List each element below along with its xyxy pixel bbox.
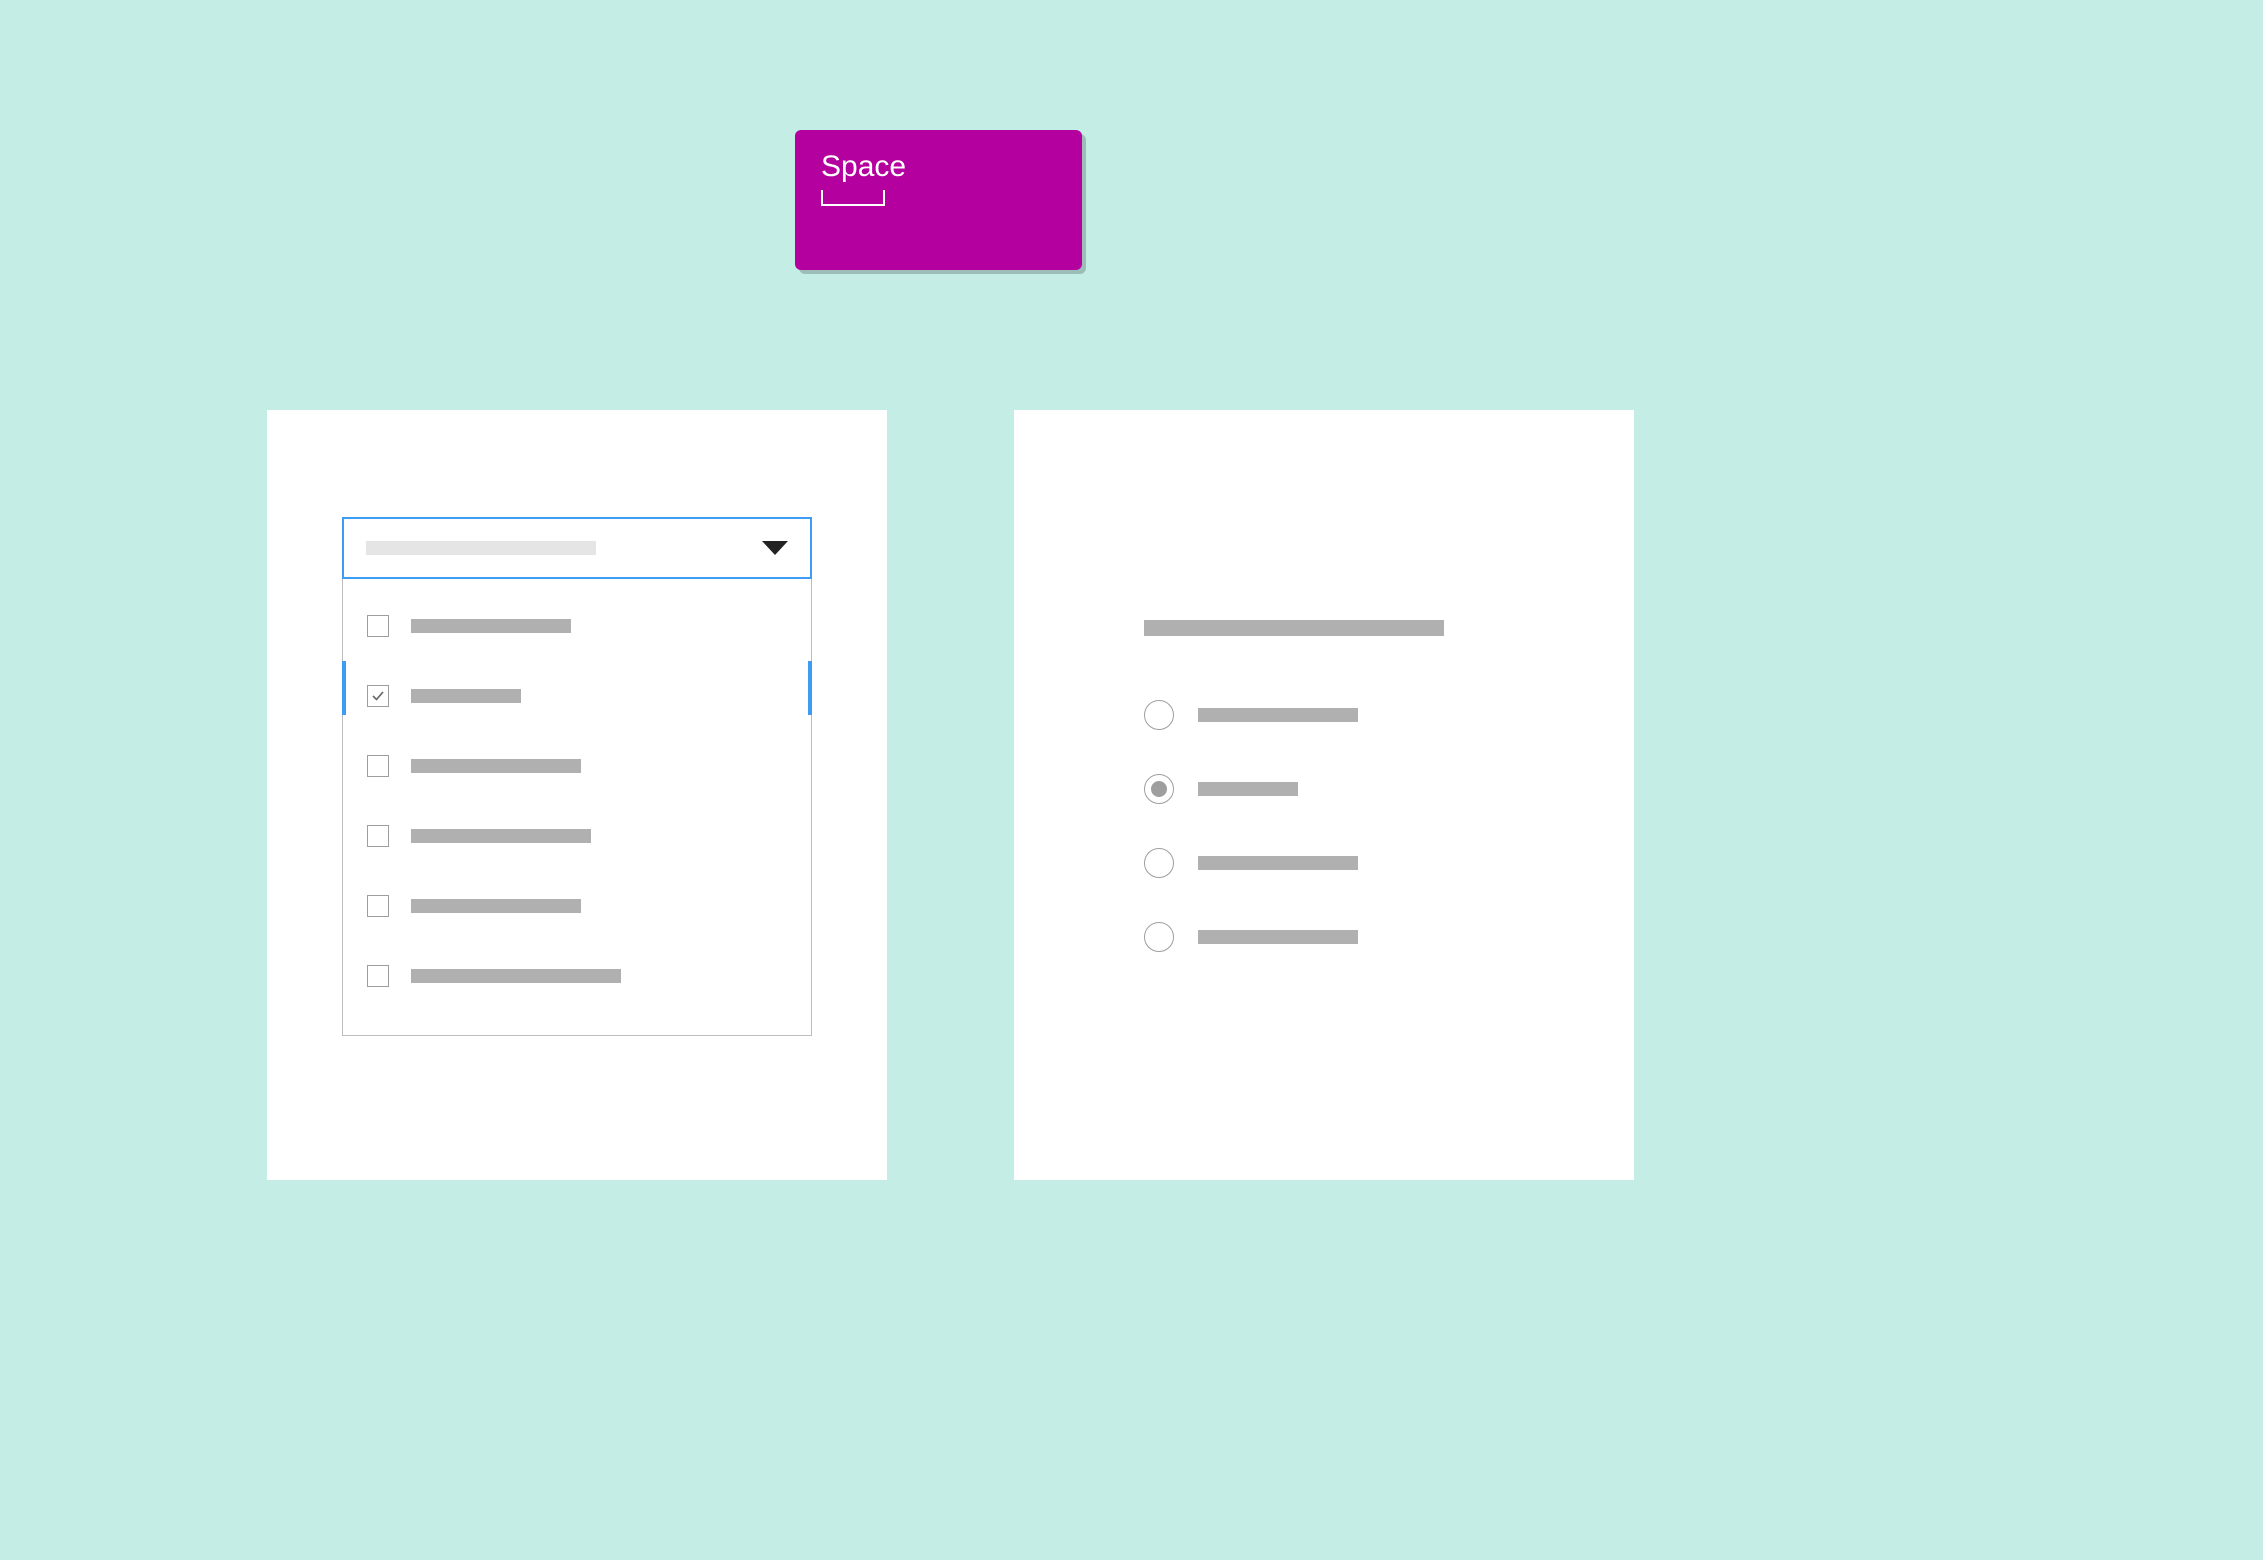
option-label-placeholder: [411, 619, 571, 633]
option-label-placeholder: [411, 689, 521, 703]
dropdown-option[interactable]: [343, 731, 811, 801]
checkbox[interactable]: [367, 825, 389, 847]
radio-label-placeholder: [1198, 856, 1358, 870]
radio-option[interactable]: [1144, 900, 1504, 974]
checkbox[interactable]: [367, 615, 389, 637]
dropdown-option[interactable]: [343, 661, 811, 731]
space-key-badge: Space: [795, 130, 1082, 270]
checkbox[interactable]: [367, 965, 389, 987]
dropdown-example-panel: [267, 410, 887, 1180]
radio-label-placeholder: [1198, 708, 1358, 722]
dropdown-header[interactable]: [342, 517, 812, 579]
option-label-placeholder: [411, 759, 581, 773]
radio-option[interactable]: [1144, 752, 1504, 826]
radio-button[interactable]: [1144, 700, 1174, 730]
space-key-bracket-icon: [821, 190, 885, 206]
option-label-placeholder: [411, 969, 621, 983]
option-label-placeholder: [411, 829, 591, 843]
radio-label-placeholder: [1198, 930, 1358, 944]
radio-label-placeholder: [1198, 782, 1298, 796]
radio-option[interactable]: [1144, 826, 1504, 900]
multiselect-dropdown[interactable]: [342, 517, 812, 1036]
radio-button[interactable]: [1144, 848, 1174, 878]
radio-option[interactable]: [1144, 678, 1504, 752]
radio-example-panel: [1014, 410, 1634, 1180]
radio-group-heading: [1144, 620, 1444, 636]
dropdown-option[interactable]: [343, 941, 811, 1011]
checkbox[interactable]: [367, 895, 389, 917]
option-label-placeholder: [411, 899, 581, 913]
checkbox[interactable]: [367, 755, 389, 777]
dropdown-option[interactable]: [343, 801, 811, 871]
dropdown-placeholder: [366, 541, 596, 555]
radio-group: [1144, 620, 1504, 974]
radio-button[interactable]: [1144, 922, 1174, 952]
dropdown-menu: [342, 579, 812, 1036]
radio-button[interactable]: [1144, 774, 1174, 804]
dropdown-option[interactable]: [343, 871, 811, 941]
dropdown-option[interactable]: [343, 591, 811, 661]
checkbox[interactable]: [367, 685, 389, 707]
chevron-down-icon: [762, 541, 788, 555]
space-key-label: Space: [821, 150, 1056, 184]
